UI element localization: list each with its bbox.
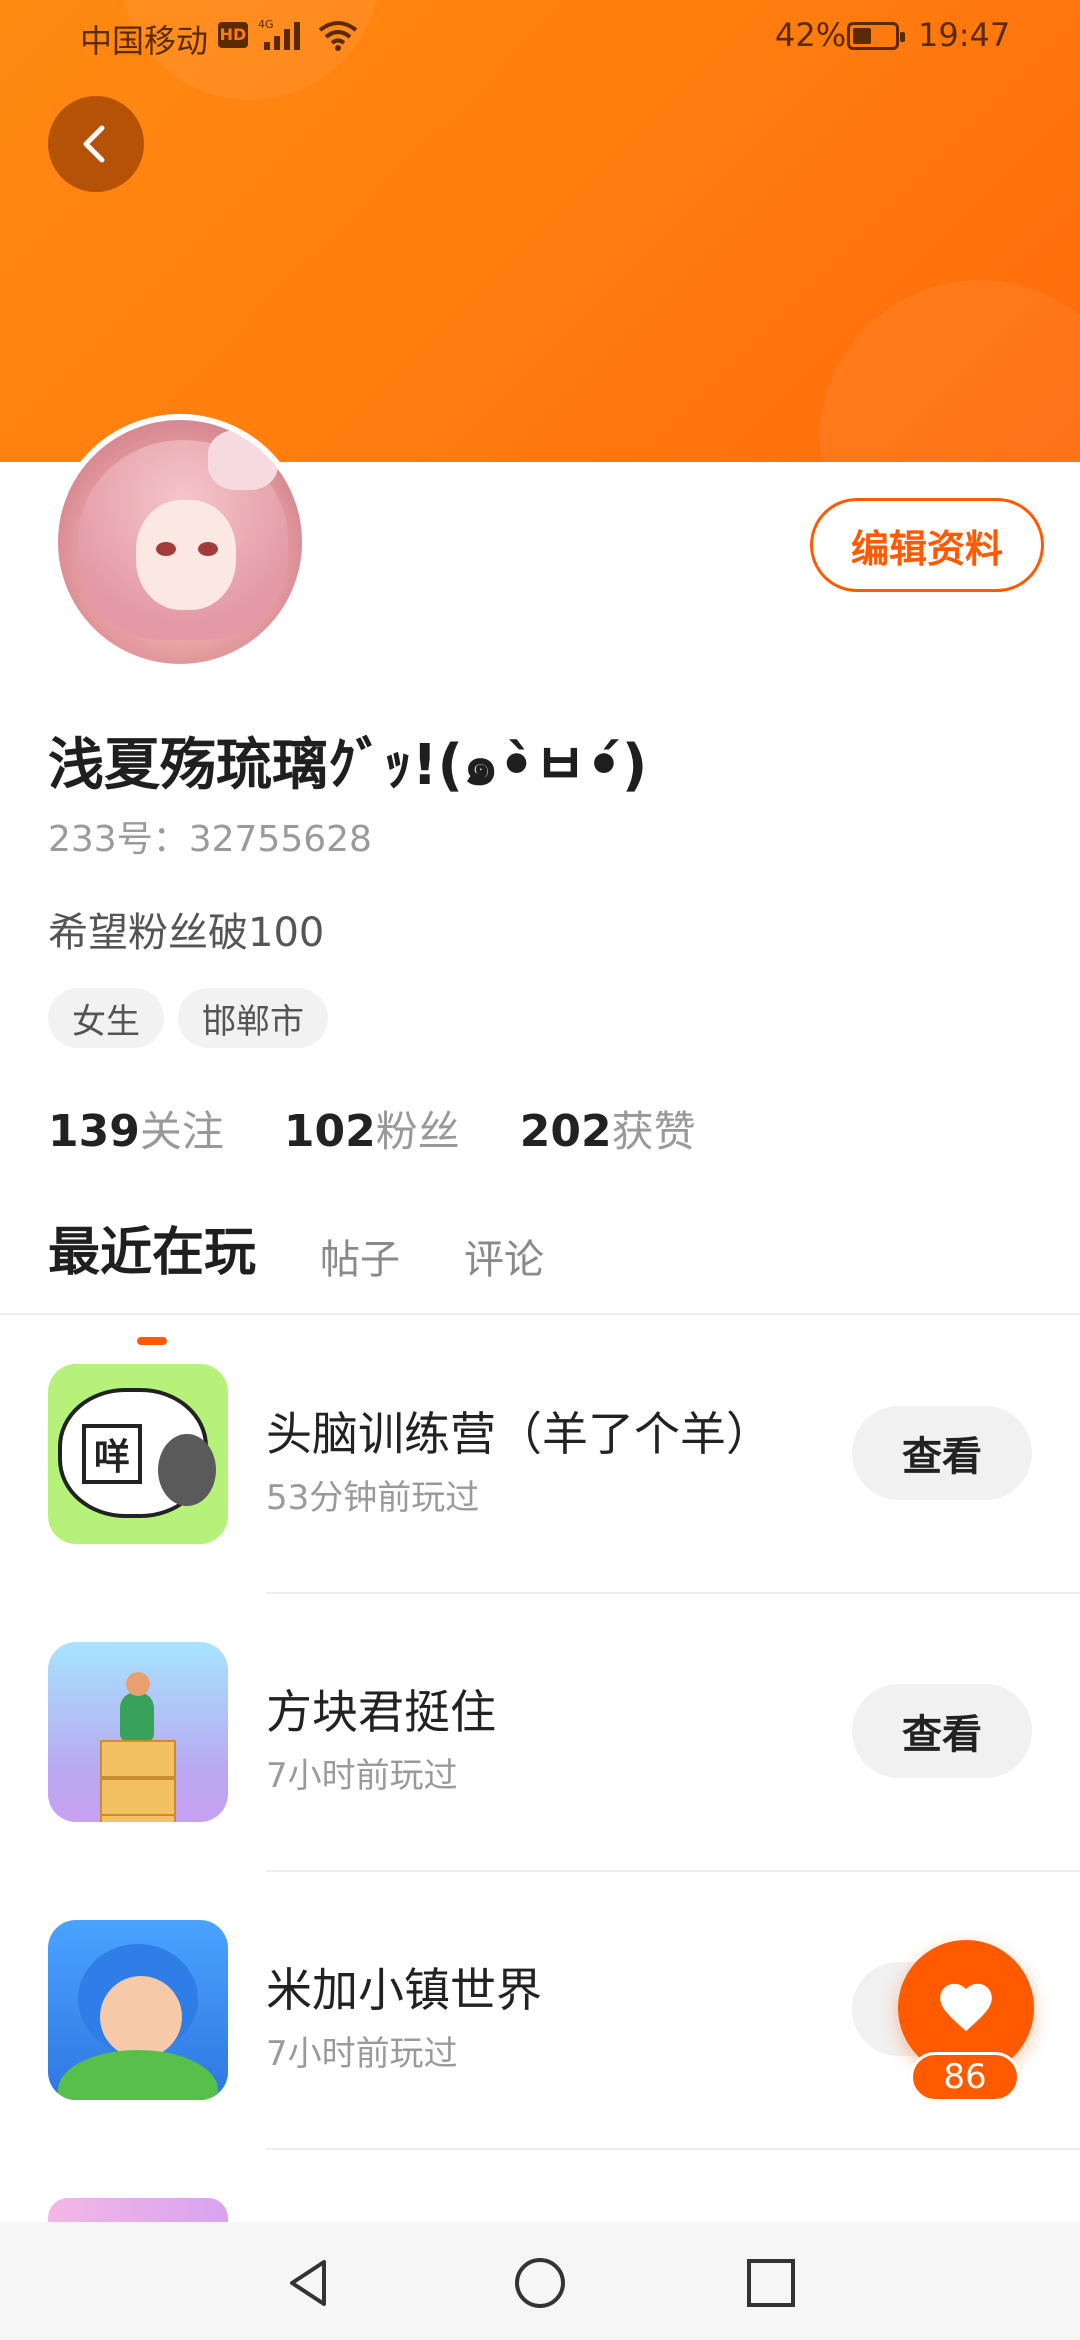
tabs-divider bbox=[0, 1313, 1080, 1315]
chevron-left-icon bbox=[83, 125, 105, 163]
square-recent-icon[interactable] bbox=[744, 2256, 798, 2310]
location-tag: 邯郸市 bbox=[178, 988, 328, 1048]
battery-icon bbox=[847, 22, 905, 50]
hd-badge: HD bbox=[218, 22, 248, 48]
list-item[interactable]: 咩 头脑训练营（羊了个羊） 53分钟前玩过 查看 bbox=[0, 1316, 1080, 1594]
circle-home-icon[interactable] bbox=[513, 2256, 567, 2310]
tab-posts[interactable]: 帖子 bbox=[320, 1227, 400, 1285]
status-bar: 中国移动 HD 4G 42% 19:47 bbox=[0, 0, 1080, 72]
banner-decoration bbox=[820, 280, 1080, 462]
game-title: 方块君挺住 bbox=[266, 1685, 496, 1739]
tab-recently-played[interactable]: 最近在玩 bbox=[48, 1210, 256, 1345]
likes-stat[interactable]: 202获赞 bbox=[520, 1098, 696, 1159]
like-count: 86 bbox=[910, 2052, 1020, 2102]
gender-tag: 女生 bbox=[48, 988, 164, 1048]
game-icon-label: 咩 bbox=[82, 1424, 142, 1484]
battery-percent: 42% bbox=[775, 16, 847, 54]
profile-tabs: 最近在玩 帖子 评论 bbox=[48, 1210, 544, 1345]
carrier-label: 中国移动 bbox=[80, 22, 209, 60]
profile-banner: 中国移动 HD 4G 42% 19:47 bbox=[0, 0, 1080, 462]
following-stat[interactable]: 139关注 bbox=[48, 1098, 224, 1159]
game-title: 头脑训练营（羊了个羊） bbox=[266, 1407, 772, 1461]
game-icon-block[interactable] bbox=[48, 1642, 228, 1822]
back-button[interactable] bbox=[48, 96, 144, 192]
system-nav-bar bbox=[0, 2222, 1080, 2340]
profile-tags: 女生 邯郸市 bbox=[48, 988, 328, 1048]
game-last-played: 7小时前玩过 bbox=[266, 2034, 458, 2074]
game-icon-miga[interactable] bbox=[48, 1920, 228, 2100]
tab-comments[interactable]: 评论 bbox=[464, 1227, 544, 1285]
view-button[interactable]: 查看 bbox=[852, 1406, 1032, 1500]
divider bbox=[266, 2148, 1080, 2150]
bio: 希望粉丝破100 bbox=[48, 910, 325, 956]
user-id: 233号：32755628 bbox=[48, 819, 372, 860]
signal-icon: 4G bbox=[258, 18, 300, 50]
view-button[interactable]: 查看 bbox=[852, 1684, 1032, 1778]
game-last-played: 7小时前玩过 bbox=[266, 1756, 458, 1796]
clock: 19:47 bbox=[918, 16, 1011, 54]
nickname: 浅夏殇琉璃ｸﾞｯ!(๑•̀ㅂ•́) bbox=[48, 733, 648, 798]
profile-stats: 139关注 102粉丝 202获赞 bbox=[48, 1098, 696, 1159]
followers-stat[interactable]: 102粉丝 bbox=[284, 1098, 460, 1159]
game-last-played: 53分钟前玩过 bbox=[266, 1478, 480, 1518]
network-label: 4G bbox=[258, 18, 274, 31]
edit-profile-button[interactable]: 编辑资料 bbox=[810, 498, 1044, 592]
heart-icon bbox=[940, 1983, 992, 2032]
avatar[interactable] bbox=[52, 414, 308, 670]
wifi-icon bbox=[318, 21, 358, 51]
game-icon-sheep[interactable]: 咩 bbox=[48, 1364, 228, 1544]
list-item[interactable]: 方块君挺住 7小时前玩过 查看 bbox=[0, 1594, 1080, 1872]
triangle-back-icon[interactable] bbox=[282, 2256, 336, 2310]
game-title: 米加小镇世界 bbox=[266, 1963, 542, 2017]
